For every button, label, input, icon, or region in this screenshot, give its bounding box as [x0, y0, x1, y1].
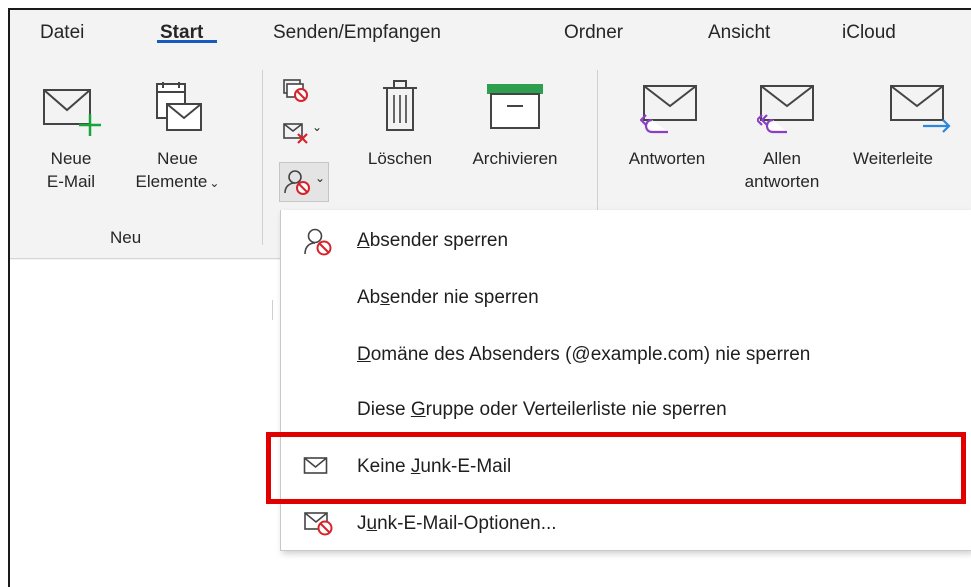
archive-icon: [487, 84, 543, 129]
menu-item-block-sender[interactable]: Absender sperren: [281, 214, 971, 268]
reply-icon: [640, 85, 697, 134]
new-items-icon: [156, 82, 202, 131]
menu-item-never-block-sender[interactable]: Absender nie sperren: [281, 271, 971, 325]
tab-file[interactable]: Datei: [40, 22, 84, 44]
new-email-icon: [43, 89, 101, 136]
reply-all-label-1: Allen: [763, 149, 801, 168]
pane-divider: [272, 300, 273, 320]
group-separator: [262, 70, 263, 245]
new-email-label-2: E-Mail: [46, 172, 96, 191]
menu-item-never-block-domain[interactable]: Domäne des Absenders (@example.com) nie …: [281, 328, 971, 382]
forward-icon: [890, 85, 951, 133]
new-email-button[interactable]: Neue E-Mail: [36, 70, 106, 220]
reply-all-button[interactable]: Allen antworten: [727, 70, 837, 210]
forward-button[interactable]: Weiterleite: [845, 70, 971, 210]
cleanup-button[interactable]: ⌄: [282, 118, 322, 148]
tab-icloud[interactable]: iCloud: [842, 22, 896, 44]
block-sender-icon: [304, 228, 332, 256]
new-items-button[interactable]: Neue Elemente ⌄: [115, 70, 240, 220]
archive-label: Archivieren: [472, 149, 558, 168]
active-tab-indicator: [157, 40, 217, 43]
forward-label: Weiterleite: [853, 149, 933, 168]
menu-item-label: Absender sperren: [357, 230, 509, 251]
menu-item-never-block-group[interactable]: Diese Gruppe oder Verteilerliste nie spe…: [281, 383, 971, 437]
tab-send-receive[interactable]: Senden/Empfangen: [273, 22, 441, 44]
ignore-icon: [283, 79, 308, 102]
new-email-label-1: Neue: [50, 149, 92, 168]
ribbon-tabs: Datei Start Senden/Empfangen Ordner Ansi…: [10, 10, 971, 60]
delete-label: Löschen: [367, 149, 433, 168]
archive-button[interactable]: Archivieren: [450, 70, 580, 200]
menu-item-label: Diese Gruppe oder Verteilerliste nie spe…: [357, 399, 727, 420]
menu-item-junk-options[interactable]: Junk-E-Mail-Optionen...: [281, 497, 971, 551]
tab-view[interactable]: Ansicht: [708, 22, 770, 44]
reply-label: Antworten: [628, 149, 706, 168]
reply-button[interactable]: Antworten: [612, 70, 722, 210]
reply-all-icon: [757, 85, 814, 134]
junk-options-icon: [304, 512, 333, 536]
highlight-box: [266, 432, 966, 504]
trash-icon: [383, 80, 417, 131]
tab-folder[interactable]: Ordner: [564, 22, 623, 44]
menu-item-label: Domäne des Absenders (@example.com) nie …: [357, 344, 811, 365]
group-separator: [597, 70, 598, 210]
new-items-label-1: Neue: [157, 149, 198, 168]
chevron-down-icon: ⌄: [315, 171, 326, 185]
chevron-down-icon: ⌄: [312, 120, 323, 134]
menu-item-label: Junk-E-Mail-Optionen...: [357, 513, 557, 534]
reply-all-label-2: antworten: [744, 172, 820, 191]
cleanup-icon: [283, 123, 308, 144]
menu-item-label: Absender nie sperren: [357, 287, 539, 308]
group-label-new: Neu: [110, 228, 142, 247]
delete-button[interactable]: Löschen: [355, 70, 445, 200]
chevron-down-icon: ⌄: [209, 176, 220, 190]
junk-button[interactable]: ⌄: [279, 162, 329, 202]
block-sender-icon: [284, 170, 310, 195]
ignore-button[interactable]: [282, 78, 312, 108]
new-items-label-2: Elemente: [135, 172, 208, 191]
